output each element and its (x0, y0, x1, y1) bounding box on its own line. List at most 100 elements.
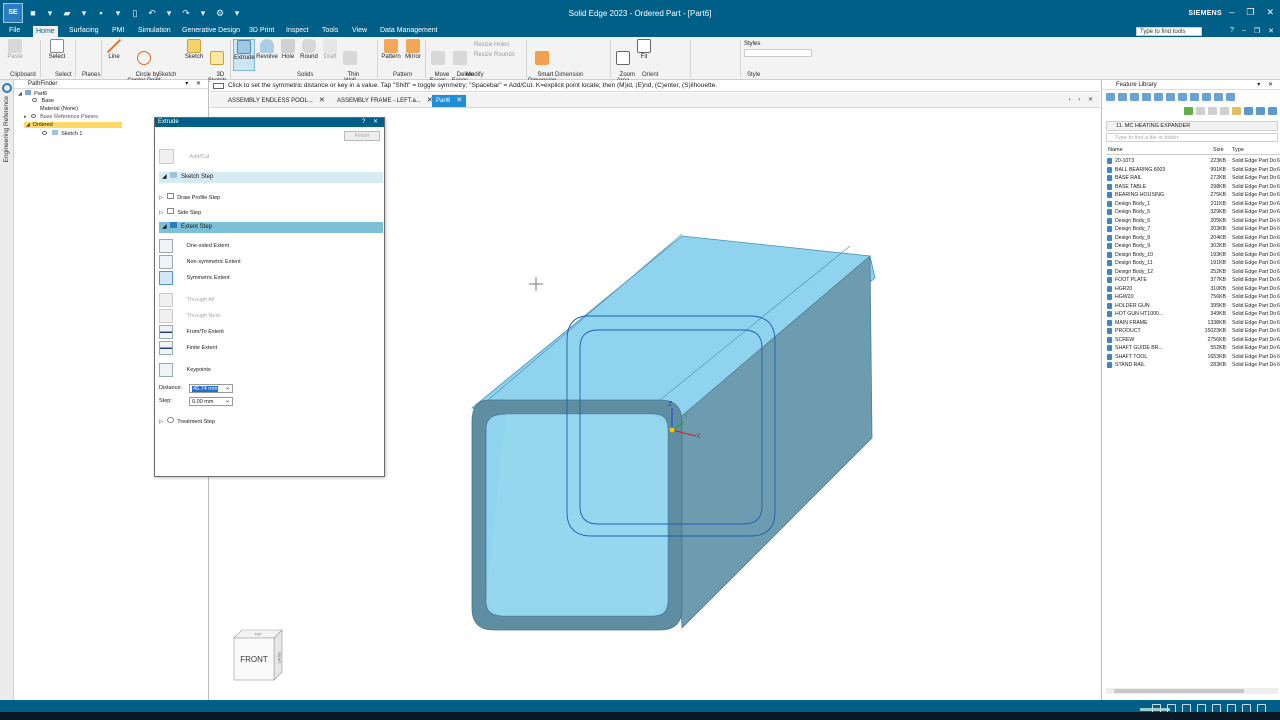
feature-library-controls[interactable]: ▾ ✕ (1257, 80, 1276, 90)
file-list-item[interactable]: Design Body_6 205KB Solid Edge Part Doc...… (1106, 217, 1280, 225)
view-cube[interactable]: FRONT TOP RIGHT (232, 628, 288, 684)
hole-button[interactable]: Hole (279, 39, 297, 60)
fit-button[interactable]: Fit (636, 39, 652, 60)
select-button[interactable]: Select (48, 39, 66, 60)
pathfinder-controls[interactable]: ▾ ✕ (185, 80, 204, 89)
file-list-item[interactable]: MAIN FRAME1338KBSolid Edge Part Doc...6 (1106, 319, 1280, 327)
help-icon[interactable]: ? (1230, 27, 1234, 35)
tab-tools[interactable]: Tools (319, 27, 341, 34)
tree-item-base[interactable]: Base (32, 98, 54, 104)
step-input[interactable]: 0.00 mm ⌄ (189, 397, 233, 406)
file-list-item[interactable]: HOLDER GUN395KBSolid Edge Part Doc...6 (1106, 302, 1280, 310)
tab-file[interactable]: File (6, 27, 23, 34)
tab-inspect[interactable]: Inspect (283, 27, 312, 34)
file-list-item[interactable]: FOOT PLATE377KBSolid Edge Part Doc...6 (1106, 276, 1280, 284)
home-icon[interactable] (1214, 93, 1223, 101)
treatment-step[interactable]: ▷ Treatment Step (159, 417, 215, 425)
collapse-icon[interactable]: ◢ (162, 224, 167, 230)
tab-home[interactable]: Home (33, 26, 58, 37)
tab-simulation[interactable]: Simulation (135, 27, 174, 34)
styles-dropdown[interactable] (744, 49, 812, 57)
step-dropdown-icon[interactable]: ⌄ (225, 397, 230, 405)
side-step[interactable]: ▷ Side Step (159, 208, 201, 216)
expand-icon[interactable]: ▷ (159, 210, 163, 216)
keypoints-option[interactable]: Keypoints (159, 363, 211, 377)
round-button[interactable]: Round (298, 39, 320, 60)
symmetric-extent-option[interactable]: Symmetric Extent (159, 271, 230, 285)
refresh-icon[interactable] (1202, 93, 1211, 101)
tab-surfacing[interactable]: Surfacing (66, 27, 102, 34)
tab-3d-print[interactable]: 3D Print (246, 27, 277, 34)
sketch-step[interactable]: ◢ Sketch Step (159, 172, 383, 183)
tab-data-management[interactable]: Data Management (377, 27, 441, 34)
non-symmetric-extent-option[interactable]: Non-symmetric Extent (159, 255, 241, 269)
file-list-item[interactable]: STAND RAIL283KBSolid Edge Part Doc...6 (1106, 361, 1280, 369)
file-list-item[interactable]: BEARING HOUSING 275KB Solid Edge Part Doc.… (1106, 191, 1280, 199)
dialog-help-close-controls[interactable]: ? ✕ (362, 118, 381, 127)
collapse-icon[interactable]: ◢ (26, 122, 31, 128)
doc-tab-part6[interactable]: Part6 ✕ (432, 95, 467, 107)
engineering-reference-icon[interactable] (2, 83, 12, 93)
back-icon[interactable] (1106, 93, 1115, 101)
tab-generative-design[interactable]: Generative Design (179, 27, 243, 34)
tree-item-sketch[interactable]: Sketch 1 (42, 130, 82, 137)
mirror-button[interactable]: Mirror (403, 39, 423, 60)
file-list-item[interactable]: Design Body_5 329KB Solid Edge Part Doc...… (1106, 208, 1280, 216)
file-list-item[interactable]: HGR20310KBSolid Edge Part Doc...6 (1106, 285, 1280, 293)
distance-input[interactable]: 45.74 mm ⌄ (189, 384, 233, 393)
file-list-item[interactable]: Design Body_7 203KB Solid Edge Part Doc...… (1106, 225, 1280, 233)
expand-icon[interactable]: ▸ (24, 114, 29, 120)
view-icon[interactable] (1154, 93, 1163, 101)
views-icon[interactable] (1244, 107, 1253, 115)
close-tab-icon[interactable]: ✕ (319, 97, 325, 104)
tree-item-ordered[interactable]: ◢ Ordered (24, 122, 122, 128)
extrude-button[interactable]: Extrude (233, 39, 255, 71)
revolve-button[interactable]: Revolve (256, 39, 278, 60)
doc-minimize-button[interactable]: – (1242, 27, 1246, 35)
paste-icon[interactable] (1220, 107, 1229, 115)
views-dropdown-icon[interactable] (1256, 107, 1265, 115)
file-list-item[interactable]: Design Body_1 211KB Solid Edge Part Doc...… (1106, 200, 1280, 208)
file-list-item[interactable]: HOT GUN HT1000... 349KB Solid Edge Part Do… (1106, 310, 1280, 318)
doc-restore-button[interactable]: ❐ (1254, 27, 1260, 35)
doc-tab-assembly-endless-pool[interactable]: ASSEMBLY ENDLESS POOL... ✕ (224, 95, 329, 107)
file-list-item[interactable]: SHAFT TOOL1653KBSolid Edge Part Doc...6 (1106, 353, 1280, 361)
draw-profile-step[interactable]: ▷ Draw Profile Step (159, 193, 220, 201)
forward-icon[interactable] (1118, 93, 1127, 101)
column-name-header[interactable]: Name (1108, 146, 1123, 155)
finish-button[interactable]: Finish (344, 131, 380, 141)
copy-icon[interactable] (1208, 107, 1217, 115)
cut-icon[interactable] (1196, 107, 1205, 115)
from-to-extent-option[interactable]: From/To Extent (159, 325, 224, 339)
pattern-button[interactable]: Pattern (380, 39, 402, 60)
resize-rounds-button[interactable]: Resize Rounds (474, 52, 524, 58)
tab-pmi[interactable]: PMI (109, 27, 127, 34)
settings-icon[interactable] (1226, 93, 1235, 101)
horizontal-scrollbar[interactable] (1106, 688, 1278, 694)
tab-view[interactable]: View (349, 27, 370, 34)
file-list-item[interactable]: 20-10T3223KBSolid Edge Part Doc...6 (1106, 157, 1280, 165)
minimize-button[interactable]: – (1229, 7, 1234, 18)
file-list-item[interactable]: Design Body_12 252KB Solid Edge Part Doc..… (1106, 268, 1280, 276)
tree-item-base-reference-planes[interactable]: ▸ Base Reference Planes (24, 114, 98, 120)
eye-icon[interactable] (32, 98, 37, 102)
sketch-button[interactable]: Sketch (183, 39, 205, 60)
filter-icon[interactable] (1190, 93, 1199, 101)
close-tab-icon[interactable]: ✕ (456, 97, 462, 104)
one-sided-extent-option[interactable]: One-sided Extent (159, 239, 229, 253)
resize-holes-button[interactable]: Resize Holes (474, 42, 524, 48)
engineering-reference-tab[interactable]: Engineering Reference (3, 96, 10, 163)
draft-button[interactable]: Draft (321, 39, 339, 60)
file-list-item[interactable]: BASE TABLE298KBSolid Edge Part Doc...6 (1106, 183, 1280, 191)
file-list-item[interactable]: BALL BEARING 6003 991KB Solid Edge Part Do… (1106, 166, 1280, 174)
file-list-item[interactable]: SHAFT GUIDE BR... 552KB Solid Edge Part Do… (1106, 344, 1280, 352)
details-icon[interactable] (1178, 93, 1187, 101)
extent-step[interactable]: ◢ Extent Step (159, 222, 383, 233)
paste-button[interactable]: Paste (5, 39, 25, 60)
new-folder-icon[interactable] (1232, 107, 1241, 115)
file-list-item[interactable]: Design Body_9 302KB Solid Edge Part Doc...… (1106, 242, 1280, 250)
close-button[interactable]: ✕ (1266, 7, 1274, 18)
tree-item-part[interactable]: ◢ Part6 (18, 90, 47, 97)
eye-icon[interactable] (42, 131, 47, 135)
scrollbar-thumb[interactable] (1114, 689, 1244, 693)
